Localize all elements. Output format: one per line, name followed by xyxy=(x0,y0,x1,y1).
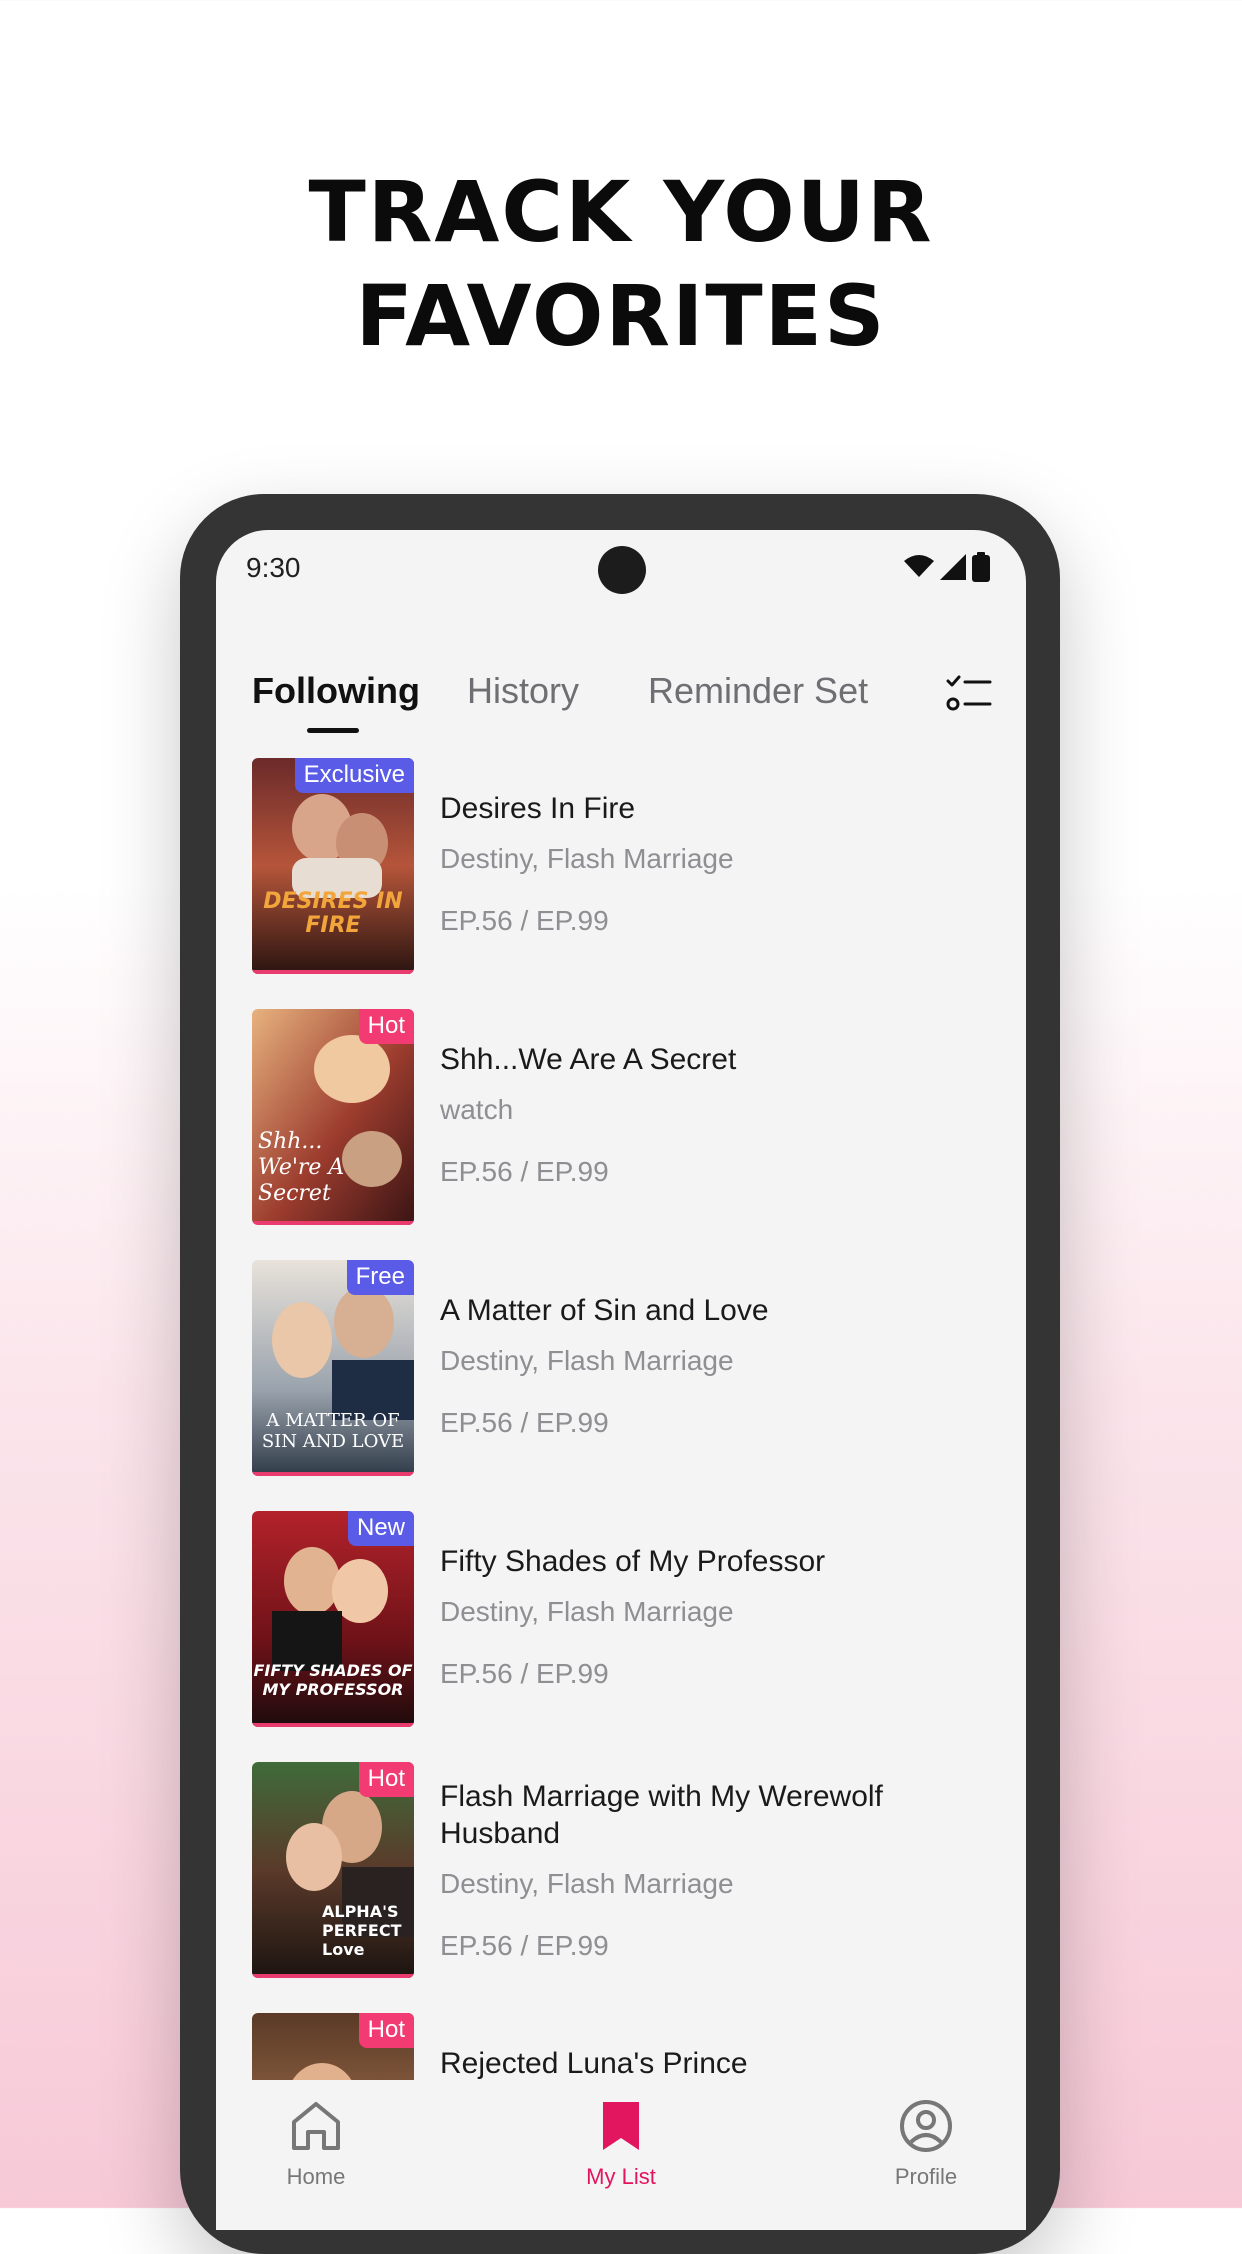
list-item[interactable]: FIFTY SHADES OF MY PROFESSOR New Fifty S… xyxy=(252,1511,992,1762)
item-title: A Matter of Sin and Love xyxy=(440,1294,769,1327)
nav-my-list-label: My List xyxy=(586,2164,656,2189)
cover-image[interactable]: A MATTER OF SIN AND LOVE Free xyxy=(252,1260,414,1476)
list-item[interactable]: DESIRES IN FIRE Exclusive Desires In Fir… xyxy=(252,758,992,1009)
checklist-icon[interactable] xyxy=(946,674,992,714)
cover-title: A MATTER OF SIN AND LOVE xyxy=(261,1410,405,1452)
item-title: Flash Marriage with My Werewolf Husband xyxy=(440,1780,883,1850)
item-tags: Destiny, Flash Marriage xyxy=(440,843,734,874)
bookmark-icon xyxy=(603,2102,639,2150)
cover-image[interactable]: FIFTY SHADES OF MY PROFESSOR New xyxy=(252,1511,414,1727)
status-badge: Exclusive xyxy=(294,758,414,793)
item-episodes: EP.56 / EP.99 xyxy=(440,1407,609,1438)
item-title: Shh...We Are A Secret xyxy=(440,1043,737,1076)
status-badge: New xyxy=(347,1511,414,1546)
nav-home[interactable]: Home xyxy=(236,2098,396,2190)
list-item[interactable]: Shh... We're A Secret Hot Shh...We Are A… xyxy=(252,1009,992,1260)
list-item[interactable]: A MATTER OF SIN AND LOVE Free A Matter o… xyxy=(252,1260,992,1511)
tab-reminder-set[interactable]: Reminder Set xyxy=(648,670,868,712)
item-title: Desires In Fire xyxy=(440,792,636,825)
headline-line-2: FAVORITES xyxy=(355,267,887,365)
tab-history[interactable]: History xyxy=(467,670,579,712)
active-tab-indicator xyxy=(307,728,359,733)
item-tags: watch xyxy=(440,1094,514,1125)
headline-line-1: TRACK YOUR xyxy=(308,163,934,261)
home-icon xyxy=(292,2102,340,2150)
following-list: DESIRES IN FIRE Exclusive Desires In Fir… xyxy=(252,758,992,2230)
progress-bar xyxy=(252,1472,414,1476)
nav-profile-label: Profile xyxy=(894,2164,958,2189)
progress-bar xyxy=(252,970,414,974)
status-badge: Hot xyxy=(358,1762,414,1797)
cover-title: Shh... We're A Secret xyxy=(258,1129,345,1206)
nav-my-list[interactable]: My List xyxy=(541,2098,701,2190)
tab-bar: Following History Reminder Set xyxy=(252,670,992,740)
item-title: Rejected Luna's Prince xyxy=(440,2047,748,2080)
app-screen: 9:30 Following History Reminder Set DESI… xyxy=(216,530,1026,2230)
cover-title: ALPHA'S PERFECT Love xyxy=(322,1902,402,1959)
status-badge: Hot xyxy=(358,2013,414,2048)
progress-bar xyxy=(252,1221,414,1225)
list-item[interactable]: ALPHA'S PERFECT Love Hot Flash Marriage … xyxy=(252,1762,992,2013)
battery-icon xyxy=(972,552,990,582)
cover-image[interactable]: ALPHA'S PERFECT Love Hot xyxy=(252,1762,414,1978)
signal-icon xyxy=(940,554,966,580)
item-title: Fifty Shades of My Professor xyxy=(440,1545,826,1578)
item-episodes: EP.56 / EP.99 xyxy=(440,905,609,936)
item-episodes: EP.56 / EP.99 xyxy=(440,1930,609,1961)
item-tags: Destiny, Flash Marriage xyxy=(440,1868,734,1899)
item-tags: Destiny, Flash Marriage xyxy=(440,1596,734,1627)
nav-profile[interactable]: Profile xyxy=(846,2098,1006,2190)
cover-title: DESIRES IN FIRE xyxy=(263,889,403,938)
headline: TRACK YOUR FAVORITES xyxy=(0,160,1242,368)
item-tags: Destiny, Flash Marriage xyxy=(440,1345,734,1376)
status-icons xyxy=(904,552,990,582)
progress-bar xyxy=(252,1974,414,1978)
nav-home-label: Home xyxy=(286,2164,346,2189)
status-badge: Hot xyxy=(358,1009,414,1044)
wifi-icon xyxy=(904,555,934,577)
cover-title: FIFTY SHADES OF MY PROFESSOR xyxy=(253,1661,413,1699)
item-episodes: EP.56 / EP.99 xyxy=(440,1156,609,1187)
camera-cutout xyxy=(598,546,646,594)
progress-bar xyxy=(252,1723,414,1727)
cover-image[interactable]: Shh... We're A Secret Hot xyxy=(252,1009,414,1225)
profile-icon xyxy=(900,2100,952,2152)
status-badge: Free xyxy=(346,1260,414,1295)
cover-image[interactable]: DESIRES IN FIRE Exclusive xyxy=(252,758,414,974)
tab-following[interactable]: Following xyxy=(252,670,420,712)
item-episodes: EP.56 / EP.99 xyxy=(440,1658,609,1689)
status-time: 9:30 xyxy=(246,552,301,583)
